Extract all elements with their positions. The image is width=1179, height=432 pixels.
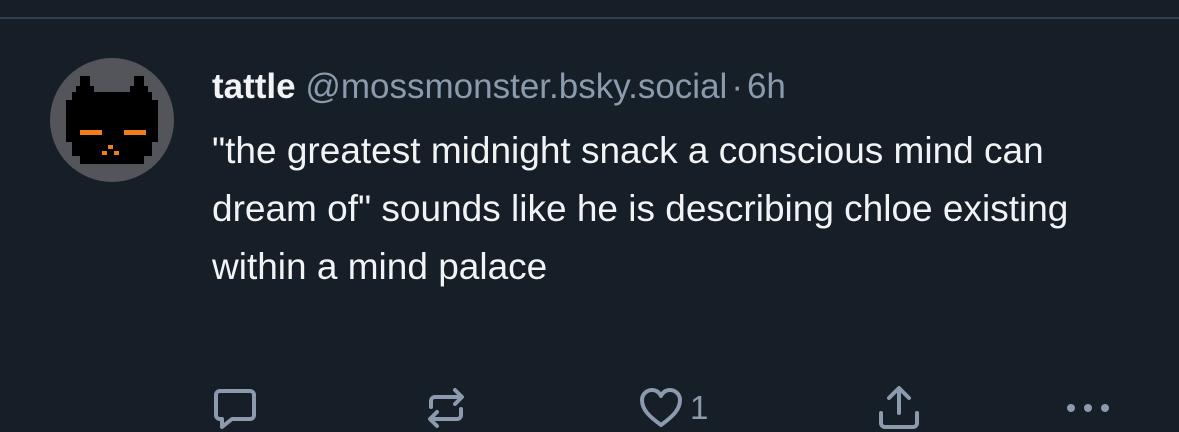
user-handle[interactable]: @mossmonster.bsky.social — [305, 67, 727, 106]
ellipsis-icon — [1067, 404, 1109, 412]
reply-button[interactable] — [212, 385, 258, 431]
share-button[interactable] — [876, 385, 922, 431]
speech-bubble-icon — [214, 389, 256, 429]
like-button[interactable]: 1 — [638, 385, 708, 431]
black-cat-avatar-icon — [66, 76, 158, 164]
heart-icon — [640, 388, 682, 427]
separator-dot: · — [731, 67, 743, 106]
share-upload-icon — [879, 386, 919, 429]
post-header: tattle @mossmonster.bsky.social · 6h — [212, 65, 786, 109]
display-name[interactable]: tattle — [212, 67, 296, 106]
avatar[interactable] — [50, 58, 174, 182]
post-timestamp[interactable]: 6h — [747, 67, 786, 106]
post-text: "the greatest midnight snack a conscious… — [212, 130, 1079, 287]
like-count: 1 — [690, 389, 709, 426]
repost-arrows-icon — [428, 388, 464, 428]
post-actions: 1 — [0, 385, 1179, 431]
repost-button[interactable] — [423, 385, 469, 431]
more-options-button[interactable] — [1063, 385, 1113, 431]
post-item[interactable]: tattle @mossmonster.bsky.social · 6h "the … — [0, 19, 1179, 432]
